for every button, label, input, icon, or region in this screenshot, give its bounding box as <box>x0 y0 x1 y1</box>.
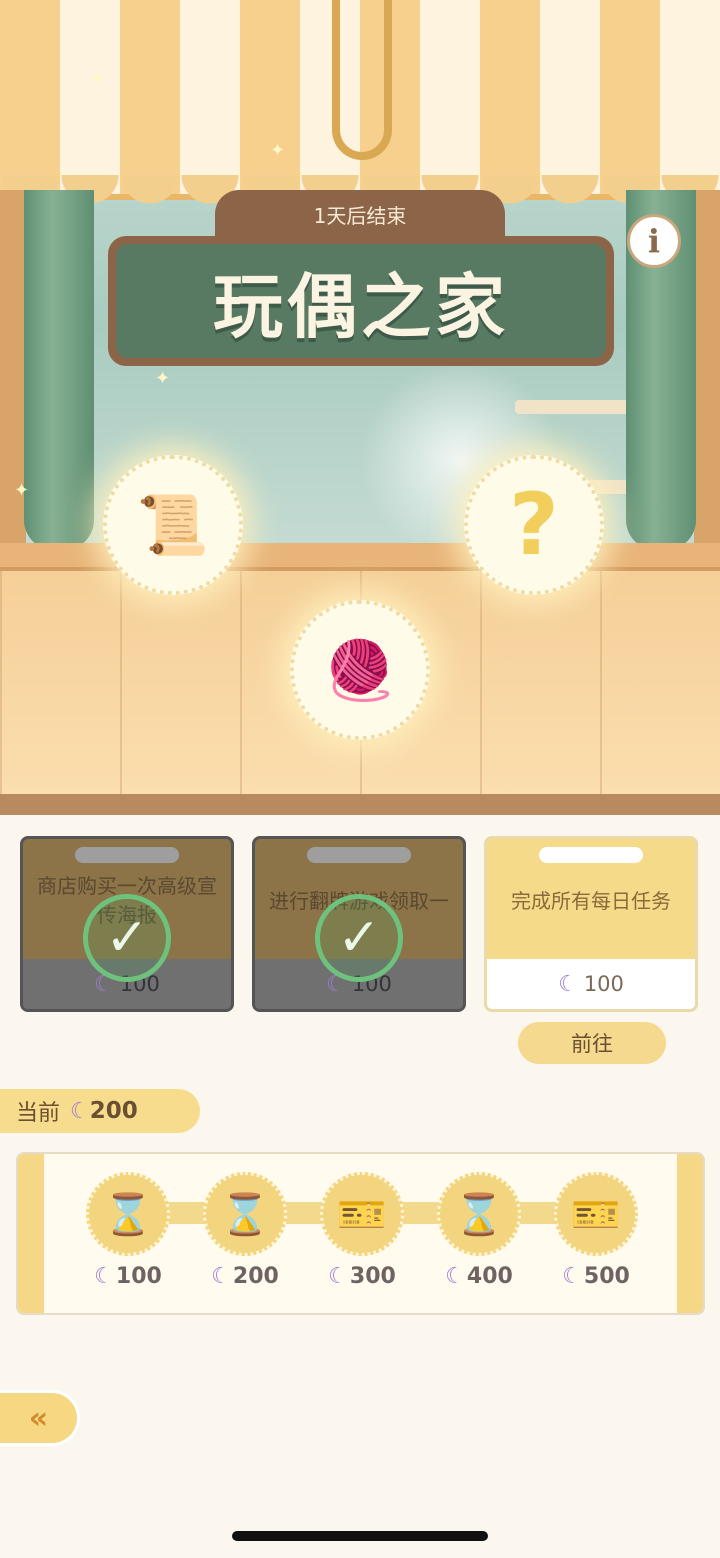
reward-item[interactable]: 🎫 ☾ 500 <box>548 1172 644 1292</box>
reward-item[interactable]: 🎫 ☾ 300 <box>314 1172 410 1292</box>
task-label: 完成所有每日任务 <box>511 888 671 913</box>
sparkle-icon: ✦ <box>14 480 30 501</box>
event-sign: 玩偶之家 <box>108 236 614 366</box>
lace-roll-icon: 📜 <box>136 490 210 559</box>
pincushion-icon: 🧶 <box>323 635 397 704</box>
reward-track: ⌛ ☾ 100 ⌛ ☾ 200 🎫 ☾ 300 ⌛ ☾ 400 🎫 ☾ 500 <box>16 1152 705 1315</box>
hourglass-icon: ⌛ <box>203 1172 287 1256</box>
prize-slot-pincushion[interactable]: 🧶 <box>290 600 430 740</box>
moon-currency-icon: ☾ <box>562 1264 582 1289</box>
reward-cost: 100 <box>115 1264 162 1289</box>
current-balance: 当前 ☾200 <box>0 1089 200 1133</box>
reward-cost: 500 <box>583 1264 630 1289</box>
back-arrow-icon: « <box>28 1400 49 1436</box>
moon-currency-icon: ☾ <box>445 1264 465 1289</box>
moon-currency-icon: ☾ <box>94 1264 114 1289</box>
event-title: 玩偶之家 <box>116 244 606 358</box>
shop-scene: 1天后结束 玩偶之家 i ✦ ✦ ✦ ✦ 📜 ? 🧶 <box>0 0 720 815</box>
sparkle-icon: ✦ <box>155 368 171 389</box>
task-reward: 100 <box>583 972 624 996</box>
stall-post-right <box>694 190 720 550</box>
reward-item[interactable]: ⌛ ☾ 200 <box>197 1172 293 1292</box>
ticket-icon: 🎫 <box>320 1172 404 1256</box>
go-button[interactable]: 前往 <box>518 1022 666 1064</box>
moon-currency-icon: ☾ <box>70 1099 90 1124</box>
hourglass-icon: ⌛ <box>86 1172 170 1256</box>
card-tab <box>307 847 411 863</box>
hourglass-icon: ⌛ <box>437 1172 521 1256</box>
moon-currency-icon: ☾ <box>211 1264 231 1289</box>
moon-currency-icon: ☾ <box>328 1264 348 1289</box>
track-side-right <box>677 1154 703 1313</box>
track-side-left <box>18 1154 44 1313</box>
reward-item[interactable]: ⌛ ☾ 400 <box>431 1172 527 1292</box>
home-indicator[interactable] <box>232 1531 488 1541</box>
task-card-shop: 商店购买一次高级宣传海报 ☾ 100 ✓ <box>20 836 234 1012</box>
task-card-flip: 进行翻牌游戏领取一 ☾ 100 ✓ <box>252 836 466 1012</box>
back-button[interactable]: « <box>0 1390 80 1446</box>
check-icon: ✓ <box>315 893 403 982</box>
reward-cost: 400 <box>466 1264 513 1289</box>
moon-currency-icon: ☾ <box>558 971 578 997</box>
ticket-icon: 🎫 <box>554 1172 638 1256</box>
task-card-daily: 完成所有每日任务 ☾ 100 <box>484 836 698 1012</box>
event-timer: 1天后结束 <box>215 190 505 238</box>
floor-edge <box>0 794 720 815</box>
sign-rope <box>332 0 392 160</box>
reward-cost: 200 <box>232 1264 279 1289</box>
curtain-left <box>24 190 94 550</box>
sparkle-icon: ✦ <box>90 68 106 89</box>
prize-slot-lace[interactable]: 📜 <box>103 455 243 595</box>
current-value: 200 <box>89 1098 138 1124</box>
card-tab <box>75 847 179 863</box>
info-button[interactable]: i <box>627 214 681 268</box>
reward-item[interactable]: ⌛ ☾ 100 <box>80 1172 176 1292</box>
sparkle-icon: ✦ <box>270 140 286 161</box>
check-icon: ✓ <box>83 893 171 982</box>
reward-cost: 300 <box>349 1264 396 1289</box>
card-tab <box>539 847 643 863</box>
question-mark-icon: ? <box>509 475 559 575</box>
current-label: 当前 <box>16 1101 61 1126</box>
prize-slot-mystery[interactable]: ? <box>464 455 604 595</box>
